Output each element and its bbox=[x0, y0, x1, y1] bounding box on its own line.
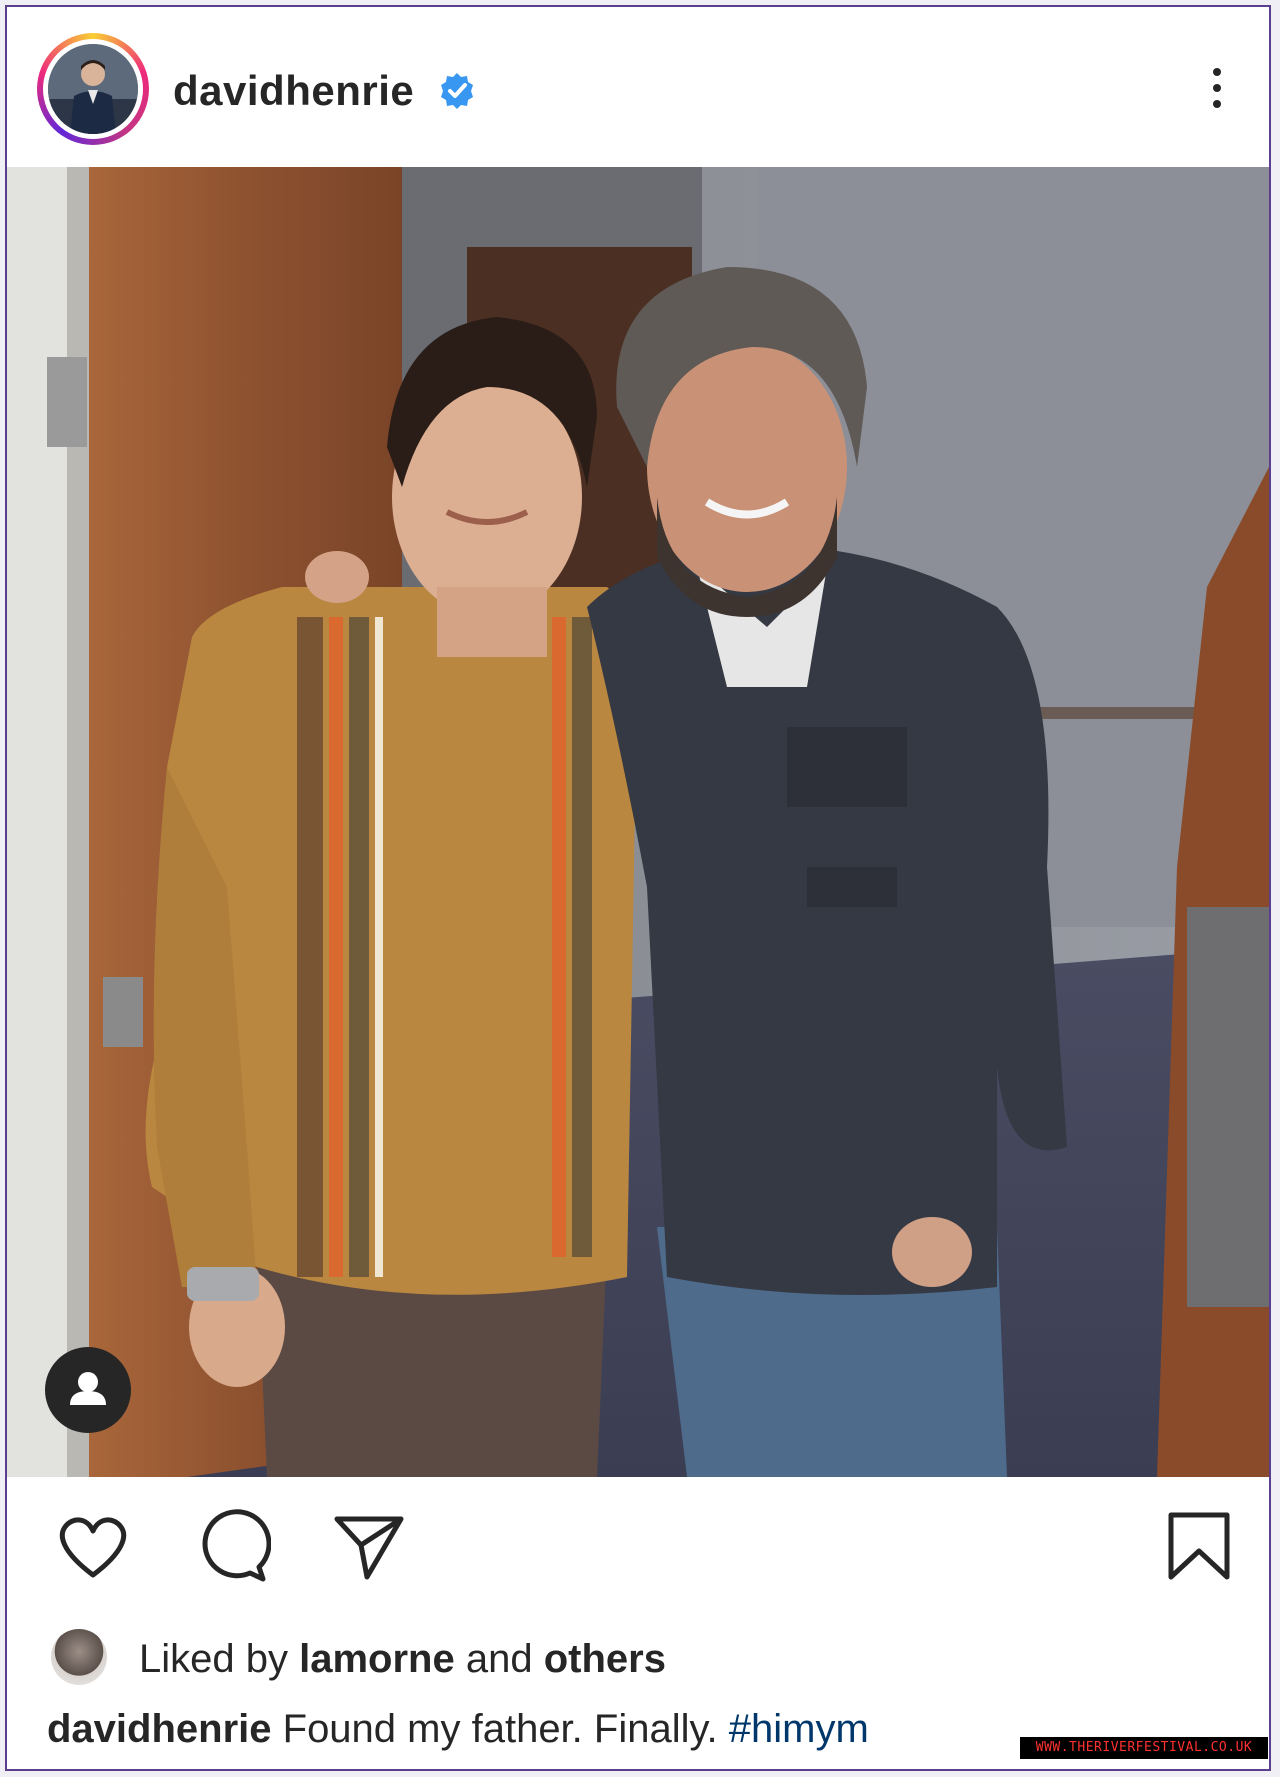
caption-text: Found my father. Finally. bbox=[271, 1707, 729, 1751]
caption-username[interactable]: davidhenrie bbox=[47, 1707, 272, 1751]
heart-icon[interactable] bbox=[55, 1509, 131, 1585]
instagram-post: davidhenrie Liked by lamorne and others … bbox=[5, 5, 1271, 1771]
comment-icon[interactable] bbox=[195, 1509, 271, 1585]
post-caption: davidhenrie Found my father. Finally. #h… bbox=[47, 1707, 869, 1752]
liker-avatar[interactable] bbox=[51, 1629, 107, 1685]
hashtag-link[interactable]: #himym bbox=[729, 1707, 869, 1751]
bookmark-icon[interactable] bbox=[1161, 1509, 1237, 1585]
post-photo[interactable] bbox=[7, 167, 1269, 1477]
profile-avatar[interactable] bbox=[48, 44, 138, 134]
likes-others-link[interactable]: others bbox=[544, 1637, 666, 1681]
post-actions bbox=[7, 1497, 1269, 1597]
watermark: WWW.THERIVERFESTIVAL.CO.UK bbox=[1020, 1737, 1268, 1759]
verified-badge-icon bbox=[441, 73, 473, 109]
liker-username[interactable]: lamorne bbox=[299, 1637, 455, 1681]
story-ring[interactable] bbox=[37, 33, 149, 145]
post-header: davidhenrie bbox=[7, 7, 1269, 167]
likes-text: Liked by lamorne and others bbox=[139, 1637, 666, 1681]
more-options-icon[interactable] bbox=[1202, 62, 1232, 122]
likes-summary: Liked by lamorne and others bbox=[51, 1627, 951, 1687]
username[interactable]: davidhenrie bbox=[173, 67, 414, 115]
user-tag-icon[interactable] bbox=[45, 1347, 131, 1433]
send-icon[interactable] bbox=[331, 1509, 407, 1585]
